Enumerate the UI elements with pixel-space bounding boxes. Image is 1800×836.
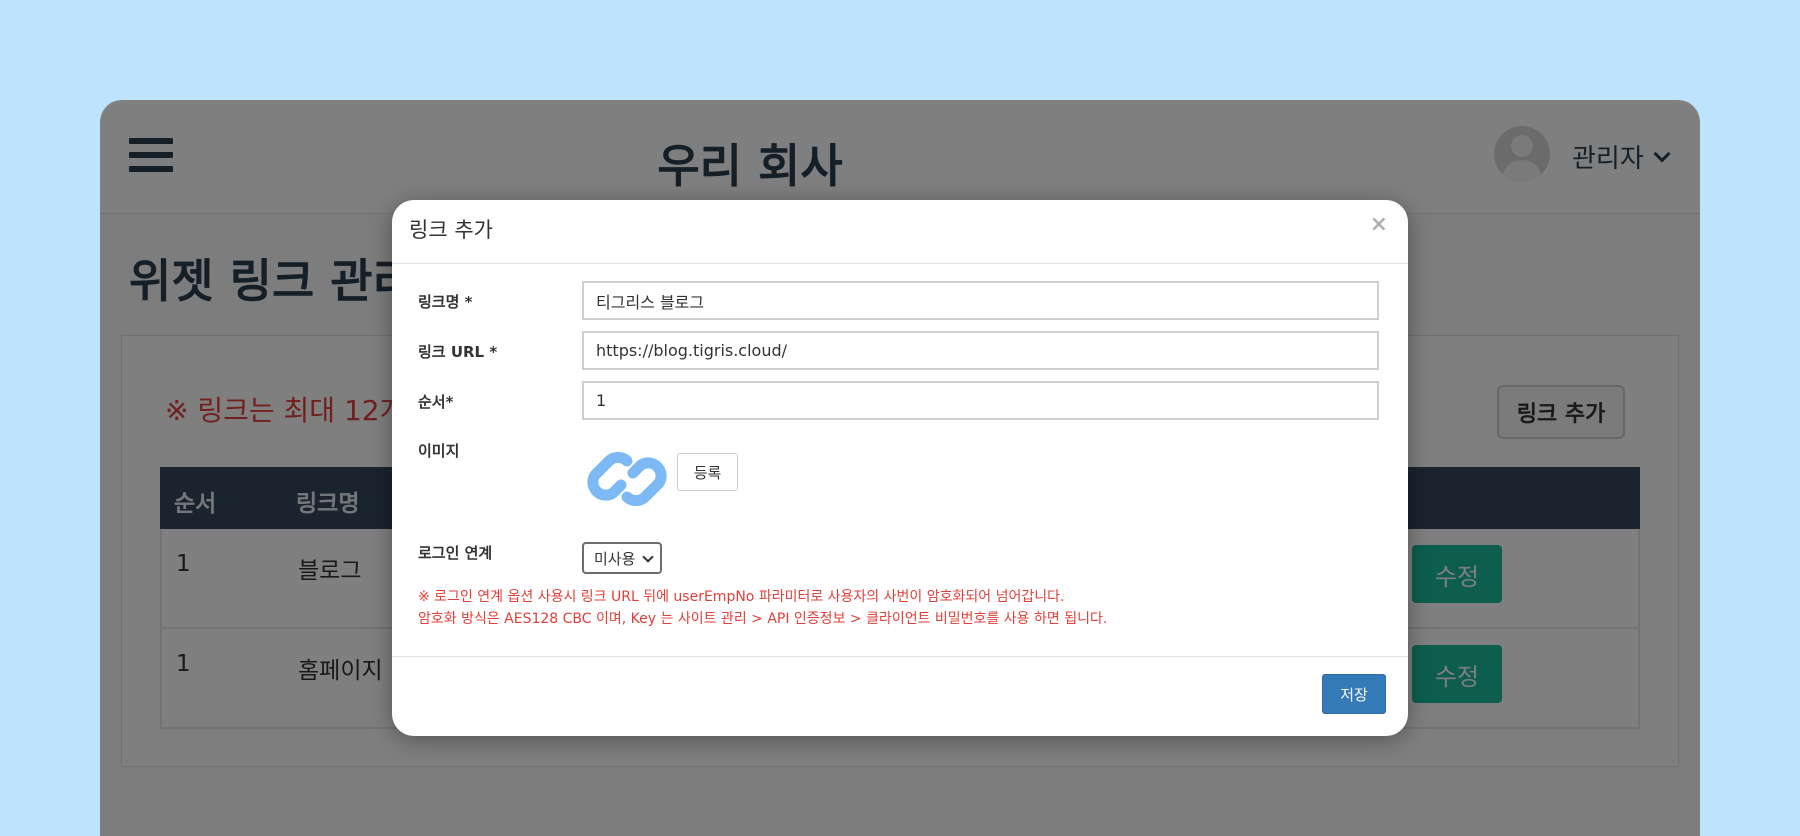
order-input[interactable]	[582, 381, 1379, 420]
screen-background: 우리 회사 관리자 위젯 링크 관리 ※ 링크는 최대 12개 링크 추가 순서…	[0, 0, 1800, 836]
order-label: 순서*	[418, 393, 454, 411]
modal-title: 링크 추가	[409, 218, 493, 242]
login-help-text-2: 암호화 방식은 AES128 CBC 이며, Key 는 사이트 관리 > AP…	[418, 611, 1108, 627]
link-url-input[interactable]	[582, 331, 1379, 370]
link-url-label: 링크 URL *	[418, 343, 498, 361]
login-help-text-1: ※ 로그인 연계 옵션 사용시 링크 URL 뒤에 userEmpNo 파라미터…	[418, 589, 1065, 605]
login-link-selected: 미사용	[594, 549, 636, 568]
image-label: 이미지	[418, 442, 460, 460]
link-name-label: 링크명 *	[418, 293, 473, 311]
save-button[interactable]: 저장	[1322, 674, 1386, 714]
login-link-select[interactable]: 미사용	[582, 542, 662, 574]
modal-header: 링크 추가 ×	[392, 200, 1408, 264]
chevron-down-icon	[642, 551, 654, 563]
modal-footer-divider	[392, 656, 1408, 657]
link-icon	[587, 451, 667, 507]
image-register-button[interactable]: 등록	[677, 453, 738, 491]
login-link-label: 로그인 연계	[418, 544, 493, 562]
close-icon[interactable]: ×	[1370, 212, 1388, 237]
add-link-modal: 링크 추가 × 링크명 * 링크 URL * 순서* 이미지 등록 로그인 연계…	[392, 200, 1408, 736]
link-name-input[interactable]	[582, 281, 1379, 320]
